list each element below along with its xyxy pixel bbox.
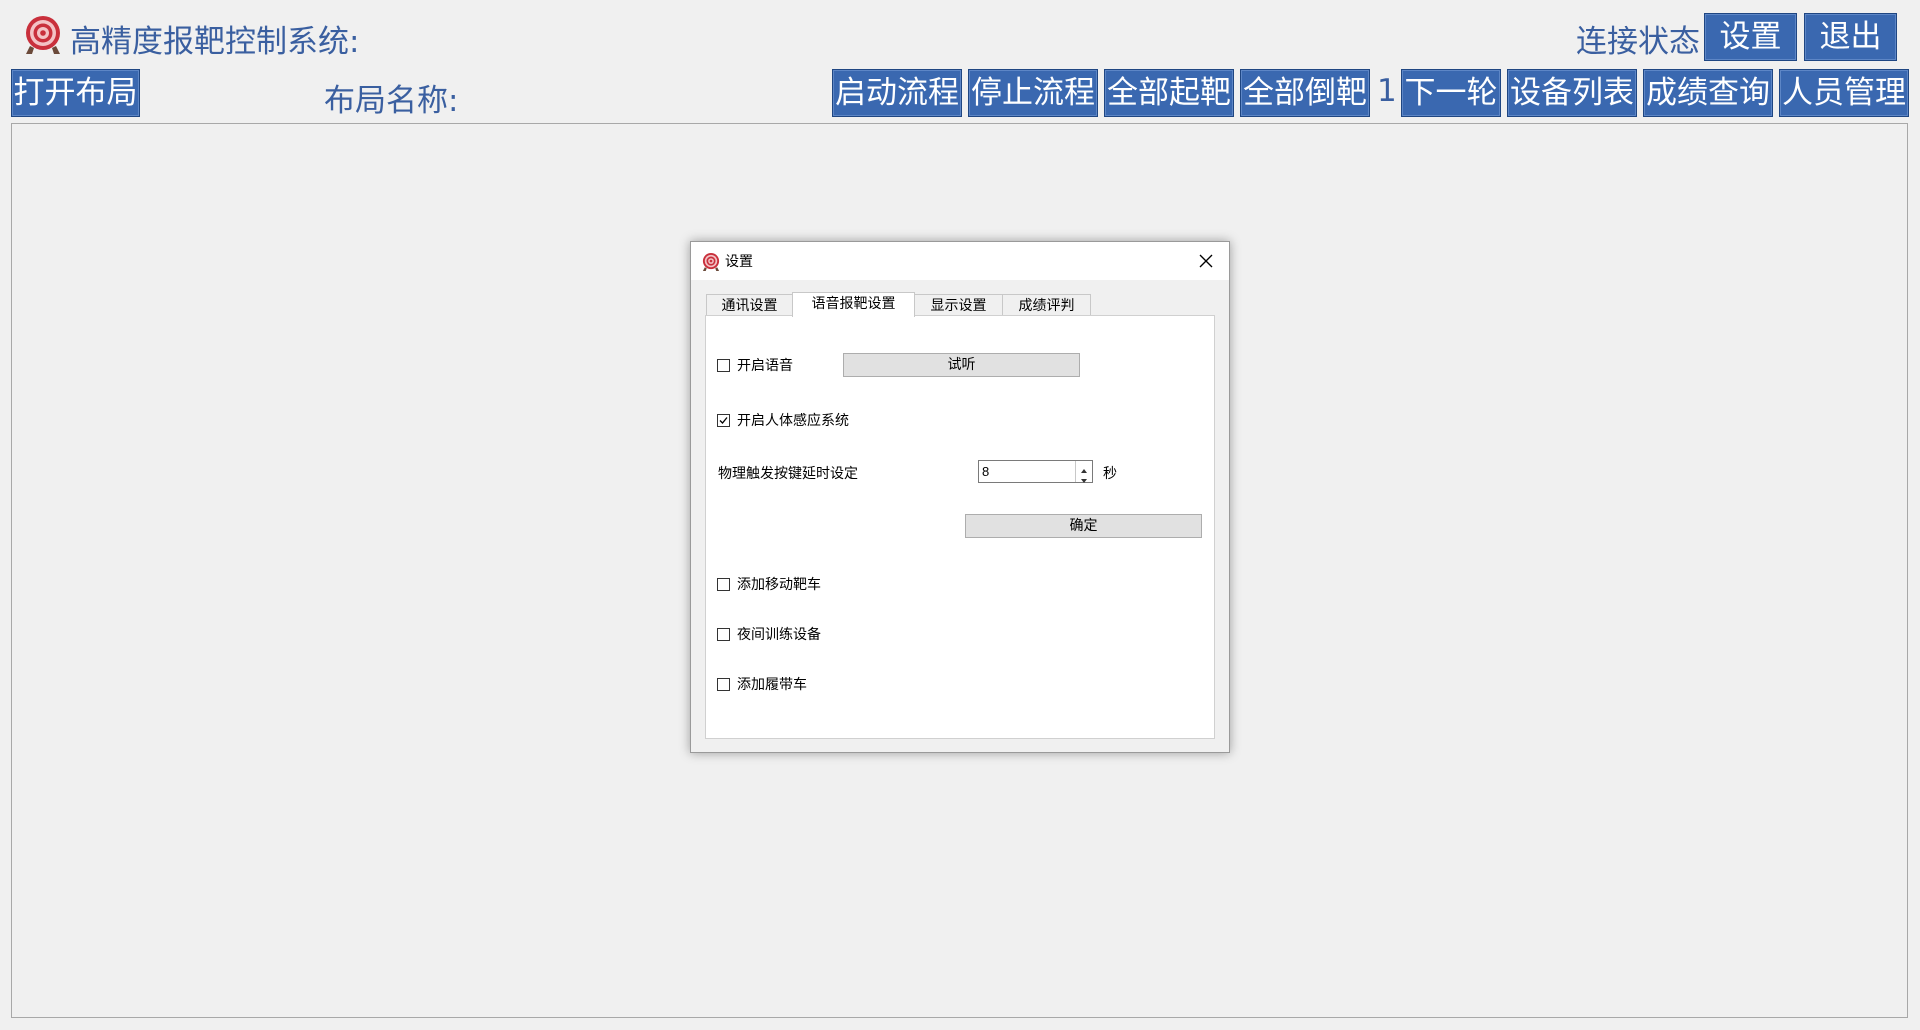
open-layout-button[interactable]: 打开布局 (11, 69, 140, 117)
moving-target-row[interactable]: 添加移动靶车 (717, 574, 821, 594)
device-list-button[interactable]: 设备列表 (1507, 69, 1637, 117)
preview-button[interactable]: 试听 (843, 353, 1080, 377)
tracked-vehicle-label: 添加履带车 (737, 677, 807, 693)
enable-voice-checkbox[interactable] (717, 358, 730, 372)
tracked-vehicle-row[interactable]: 添加履带车 (717, 674, 807, 694)
tab-score-judging[interactable]: 成绩评判 (1002, 294, 1091, 316)
tab-voice-report[interactable]: 语音报靶设置 (792, 292, 915, 317)
exit-button[interactable]: 退出 (1804, 13, 1897, 61)
confirm-button[interactable]: 确定 (965, 514, 1202, 538)
check-icon (719, 416, 728, 424)
voice-settings-panel: 开启语音 试听 开启人体感应系统 物理触发按键延时设定 8 秒 确定 添加移动靶… (705, 315, 1215, 739)
body-sensor-label: 开启人体感应系统 (737, 413, 849, 429)
chevron-down-icon[interactable] (1076, 471, 1092, 483)
next-round-button[interactable]: 下一轮 (1401, 69, 1501, 117)
target-logo-icon (22, 14, 64, 56)
night-training-checkbox[interactable] (717, 627, 730, 641)
lower-all-targets-button[interactable]: 全部倒靶 (1240, 69, 1370, 117)
enable-voice-row[interactable]: 开启语音 (717, 355, 793, 375)
chevron-up-icon[interactable] (1076, 461, 1092, 473)
settings-dialog: 设置 通讯设置 语音报靶设置 显示设置 成绩评判 开启语音 试听 开启人体感应系… (690, 241, 1230, 753)
target-logo-icon (701, 252, 721, 272)
settings-button[interactable]: 设置 (1704, 13, 1797, 61)
close-icon[interactable] (1191, 246, 1221, 276)
delay-spin-buttons (1075, 461, 1092, 483)
round-number: 1 (1377, 73, 1397, 109)
stop-process-button[interactable]: 停止流程 (968, 69, 1098, 117)
delay-input[interactable] (979, 461, 1080, 482)
delay-stepper[interactable] (978, 460, 1093, 483)
moving-target-label: 添加移动靶车 (737, 577, 821, 593)
delay-label: 物理触发按键延时设定 (718, 466, 858, 482)
personnel-management-button[interactable]: 人员管理 (1779, 69, 1909, 117)
night-training-label: 夜间训练设备 (737, 627, 821, 643)
delay-unit: 秒 (1103, 466, 1117, 482)
dialog-titlebar[interactable]: 设置 (691, 242, 1229, 280)
header: 高精度报靶控制系统: 连接状态 设置 退出 (0, 0, 1920, 70)
start-process-button[interactable]: 启动流程 (832, 69, 962, 117)
app-window: 高精度报靶控制系统: 连接状态 设置 退出 打开布局 布局名称: 启动流程 停止… (0, 0, 1920, 1030)
night-training-row[interactable]: 夜间训练设备 (717, 624, 821, 644)
raise-all-targets-button[interactable]: 全部起靶 (1104, 69, 1234, 117)
enable-voice-label: 开启语音 (737, 358, 793, 374)
dialog-title: 设置 (725, 254, 753, 270)
moving-target-checkbox[interactable] (717, 577, 730, 591)
tracked-vehicle-checkbox[interactable] (717, 677, 730, 691)
connection-status: 连接状态 (1576, 24, 1700, 60)
tab-display[interactable]: 显示设置 (914, 294, 1003, 316)
body-sensor-row[interactable]: 开启人体感应系统 (717, 410, 849, 430)
tab-communication[interactable]: 通讯设置 (706, 294, 793, 316)
score-query-button[interactable]: 成绩查询 (1643, 69, 1773, 117)
app-title: 高精度报靶控制系统: (70, 24, 360, 60)
layout-name-label: 布局名称: (324, 83, 459, 119)
body-sensor-checkbox[interactable] (717, 413, 730, 427)
